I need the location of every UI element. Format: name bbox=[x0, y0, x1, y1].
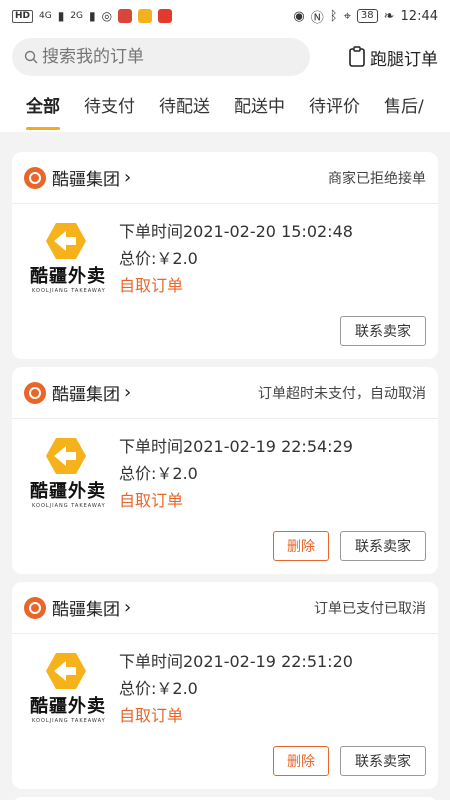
brand-subtitle: KOOLJIANG TAKEAWAY bbox=[32, 503, 106, 509]
order-status: 订单超时未支付，自动取消 bbox=[258, 385, 426, 402]
search-input[interactable] bbox=[42, 47, 272, 67]
order-detail[interactable]: 酷疆外卖 KOOLJIANG TAKEAWAY 下单时间2021-02-19 2… bbox=[12, 642, 438, 738]
bluetooth-icon: ᛒ bbox=[329, 8, 338, 24]
brand-logo: 酷疆外卖 KOOLJIANG TAKEAWAY bbox=[12, 212, 119, 308]
delete-order-button[interactable]: 删除 bbox=[273, 746, 329, 776]
delete-order-button[interactable]: 删除 bbox=[273, 531, 329, 561]
order-card: 酷疆集团 › 商家已拒绝接单 酷疆外卖 KOOLJIANG TAKEAWAY 下… bbox=[12, 152, 438, 359]
order-status: 订单已支付已取消 bbox=[314, 600, 426, 617]
signal-icon: ▮ bbox=[57, 9, 65, 23]
wifi-icon: ◎ bbox=[101, 9, 113, 23]
order-card-header[interactable]: 酷疆集团 › 订单已支付已取消 bbox=[12, 582, 438, 634]
tab-delivering[interactable]: 配送中 bbox=[234, 82, 285, 132]
brand-hexagon-icon bbox=[46, 653, 86, 689]
app-notification-icon bbox=[158, 9, 173, 23]
brand-name: 酷疆外卖 bbox=[30, 696, 106, 717]
order-info: 下单时间2021-02-19 22:54:29 总价:￥2.0 自取订单 bbox=[119, 427, 353, 523]
network-4g: 4G bbox=[39, 10, 52, 21]
order-type: 自取订单 bbox=[119, 276, 184, 295]
shop-logo-icon bbox=[24, 596, 46, 619]
nfc-icon: Ⓝ bbox=[310, 10, 324, 26]
app-notification-icon bbox=[138, 9, 153, 23]
order-card-header[interactable]: 酷疆集团 › 订单超时未支付，自动取消 bbox=[12, 367, 438, 419]
tab-after-sales[interactable]: 售后/ bbox=[384, 82, 424, 132]
brand-subtitle: KOOLJIANG TAKEAWAY bbox=[32, 718, 106, 724]
tab-pending-delivery[interactable]: 待配送 bbox=[159, 82, 210, 132]
brand-hexagon-icon bbox=[46, 223, 86, 259]
order-total: 总价:￥2.0 bbox=[119, 249, 198, 268]
brand-logo: 酷疆外卖 KOOLJIANG TAKEAWAY bbox=[12, 642, 119, 738]
contact-seller-button[interactable]: 联系卖家 bbox=[340, 531, 426, 561]
order-info: 下单时间2021-02-20 15:02:48 总价:￥2.0 自取订单 bbox=[119, 212, 353, 308]
network-2g: 2G bbox=[70, 10, 84, 21]
order-card-header[interactable]: 酷疆集团 › 商家已拒绝接单 bbox=[12, 152, 438, 204]
app-notification-icon bbox=[118, 9, 133, 23]
chevron-right-icon: › bbox=[124, 382, 132, 403]
order-info: 下单时间2021-02-19 22:51:20 总价:￥2.0 自取订单 bbox=[119, 642, 353, 738]
brand-logo: 酷疆外卖 KOOLJIANG TAKEAWAY bbox=[12, 427, 119, 523]
chevron-right-icon: › bbox=[124, 597, 132, 618]
order-status: 商家已拒绝接单 bbox=[328, 170, 426, 187]
order-card: 酷疆集团 › 订单超时未支付，自动取消 酷疆外卖 KOOLJIANG TAKEA… bbox=[12, 367, 438, 574]
errand-orders-label: 跑腿订单 bbox=[370, 49, 438, 70]
order-type: 自取订单 bbox=[119, 491, 184, 510]
tab-pending-payment[interactable]: 待支付 bbox=[84, 82, 135, 132]
status-bar: HD 4G ▮ 2G ▮ ◎ ◉ Ⓝ ᛒ ⌖ 38 ❧ 12:44 bbox=[0, 0, 450, 32]
top-bar: 跑腿订单 bbox=[0, 32, 450, 82]
errand-orders-button[interactable]: 跑腿订单 bbox=[348, 45, 438, 70]
clock: 12:44 bbox=[400, 8, 438, 24]
search-box[interactable] bbox=[12, 38, 310, 76]
tab-all[interactable]: 全部 bbox=[26, 82, 60, 132]
search-icon bbox=[24, 50, 38, 64]
order-actions: 删除 联系卖家 bbox=[273, 531, 426, 561]
order-type: 自取订单 bbox=[119, 706, 184, 725]
contact-seller-button[interactable]: 联系卖家 bbox=[340, 746, 426, 776]
order-total: 总价:￥2.0 bbox=[119, 464, 198, 483]
signal-icon: ▮ bbox=[89, 9, 96, 23]
shop-name: 酷疆集团 bbox=[52, 170, 120, 190]
contact-seller-button[interactable]: 联系卖家 bbox=[340, 316, 426, 346]
order-time: 下单时间2021-02-19 22:51:20 bbox=[119, 652, 353, 671]
order-time: 下单时间2021-02-19 22:54:29 bbox=[119, 437, 353, 456]
shop-logo-icon bbox=[24, 166, 46, 189]
order-time: 下单时间2021-02-20 15:02:48 bbox=[119, 222, 353, 241]
shop-name: 酷疆集团 bbox=[52, 600, 120, 620]
order-tabs: 全部 待支付 待配送 配送中 待评价 售后/ bbox=[0, 82, 450, 132]
order-total: 总价:￥2.0 bbox=[119, 679, 198, 698]
location-icon: ⌖ bbox=[343, 8, 351, 24]
tab-pending-review[interactable]: 待评价 bbox=[309, 82, 360, 132]
shop-name: 酷疆集团 bbox=[52, 385, 120, 405]
order-detail[interactable]: 酷疆外卖 KOOLJIANG TAKEAWAY 下单时间2021-02-19 2… bbox=[12, 427, 438, 523]
chevron-right-icon: › bbox=[124, 167, 132, 188]
shop-logo-icon bbox=[24, 381, 46, 404]
battery-indicator: 38 bbox=[356, 9, 378, 23]
brand-hexagon-icon bbox=[46, 438, 86, 474]
order-list: 酷疆集团 › 商家已拒绝接单 酷疆外卖 KOOLJIANG TAKEAWAY 下… bbox=[12, 152, 438, 800]
clipboard-icon bbox=[349, 46, 365, 67]
hd-indicator: HD bbox=[12, 9, 34, 23]
leaf-icon: ❧ bbox=[383, 8, 395, 24]
brand-name: 酷疆外卖 bbox=[30, 266, 106, 287]
brand-subtitle: KOOLJIANG TAKEAWAY bbox=[32, 288, 106, 294]
order-actions: 联系卖家 bbox=[340, 316, 426, 346]
order-detail[interactable]: 酷疆外卖 KOOLJIANG TAKEAWAY 下单时间2021-02-20 1… bbox=[12, 212, 438, 308]
order-card: 酷疆集团 › 订单已支付已取消 酷疆外卖 KOOLJIANG TAKEAWAY … bbox=[12, 582, 438, 789]
eye-icon: ◉ bbox=[293, 8, 305, 24]
order-actions: 删除 联系卖家 bbox=[273, 746, 426, 776]
brand-name: 酷疆外卖 bbox=[30, 481, 106, 502]
